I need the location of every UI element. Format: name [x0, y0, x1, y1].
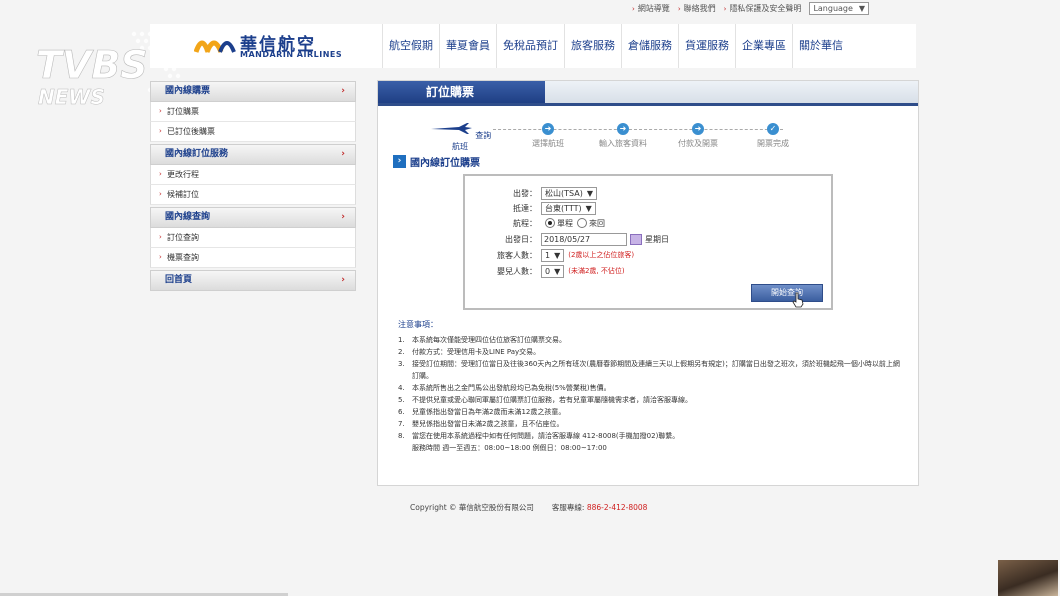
oneway-radio[interactable] — [545, 218, 555, 228]
notes-heading: 注意事項： — [398, 320, 438, 329]
bullet-icon: › — [159, 170, 162, 178]
step-passenger-info: ➜ 輸入旅客資料 — [599, 123, 647, 148]
privacy-link[interactable]: › 隱私保護及安全聲明 — [724, 3, 802, 14]
list-item: 服務時間 週一至週五：08:00~18:00 例假日：08:00~17:00 — [412, 444, 607, 452]
sidebar-item-booked-purchase[interactable]: › 已訂位後購票 — [150, 122, 356, 142]
panel-title: 訂位購票 — [378, 81, 545, 103]
notes-list: 1. 本系統每次僅能受理四位佔位旅客訂位購票交易。 2. 付款方式：受理信用卡及LI… — [398, 334, 903, 454]
watermark-news-text: NEWS — [38, 85, 105, 109]
list-item: 5. 不提供兒童或愛心聯同軍屬訂位購票訂位服務，若有兒童軍屬隨機需求者，請洽客服專… — [398, 396, 692, 404]
site-header: 華信航空 MANDARIN AIRLINES 航空假期 華夏會員 免稅品預訂 旅… — [150, 24, 916, 68]
sitemap-link[interactable]: › 網站導覽 — [632, 3, 670, 14]
nav-passenger-service[interactable]: 旅客服務 — [564, 24, 621, 68]
search-button[interactable]: 開始查詢 — [751, 284, 823, 302]
sidebar-heading-domestic-booking[interactable]: 國內線購票 › — [150, 81, 356, 102]
list-item: 2. 付款方式：受理信用卡及LINE Pay交易。 — [398, 348, 541, 356]
presenter-video-thumbnail — [998, 560, 1058, 596]
section-title: › 國內線訂位購票 — [393, 154, 480, 169]
nav-members[interactable]: 華夏會員 — [439, 24, 496, 68]
logo-english-name: MANDARIN AIRLINES — [240, 50, 343, 59]
copyright-text: Copyright © 華信航空股份有限公司 — [410, 503, 534, 512]
chevron-down-icon: ▼ — [586, 188, 593, 198]
contact-link[interactable]: › 聯絡我們 — [678, 3, 716, 14]
arrow-right-icon: ➜ — [692, 123, 704, 135]
list-item: 7. 嬰兒係指出發當日未滿2歲之孩童，且不佔座位。 — [398, 420, 564, 428]
nav-about[interactable]: 關於華信 — [792, 24, 849, 68]
panel-tab-bar: 訂位購票 — [378, 81, 918, 106]
chevron-right-icon: › — [341, 149, 345, 159]
watermark-tvbs-text: TVBS — [36, 43, 148, 87]
arrow-right-icon: ➜ — [542, 123, 554, 135]
arrow-right-icon: › — [393, 155, 406, 168]
step-payment: ➜ 付款及開票 — [678, 123, 718, 148]
nav-cargo[interactable]: 貨運服務 — [678, 24, 735, 68]
list-item: 4. 本系統所售出之金門馬公出發航段均已為免稅(5%營業稅)售價。 — [398, 384, 611, 392]
chevron-right-icon: › — [341, 212, 345, 222]
depart-select[interactable]: 松山(TSA) ▼ — [541, 186, 597, 200]
list-item: 3. 接受訂位期間：受理訂位當日及往後360天內之所有班次(農曆春節期間及連續三天… — [398, 360, 900, 380]
adult-note: (2歲以上之佔位旅客) — [568, 251, 635, 259]
arrive-row: 抵達： 台東(TTT) ▼ — [465, 201, 833, 215]
calendar-icon[interactable] — [630, 233, 642, 245]
infant-note: (未滿2歲, 不佔位) — [568, 267, 625, 275]
list-item: 1. 本系統每次僅能受理四位佔位旅客訂位購票交易。 — [398, 336, 566, 344]
depart-row: 出發： 松山(TSA) ▼ — [465, 186, 833, 200]
nav-warehouse[interactable]: 倉儲服務 — [621, 24, 678, 68]
bullet-icon: › — [159, 127, 162, 135]
chevron-down-icon: ▼ — [858, 4, 866, 13]
infant-count-select[interactable]: 0 ▼ — [541, 264, 565, 278]
search-form: 出發： 松山(TSA) ▼ 抵達： 台東(TTT) ▼ 航程： 單程 來回 出發日：… — [463, 174, 833, 310]
sidebar-heading-booking-service[interactable]: 國內線訂位服務 › — [150, 144, 356, 165]
list-item: 6. 兒童係指出發當日為年滿2歲而未滿12歲之孩童。 — [398, 408, 566, 416]
chevron-down-icon: ▼ — [554, 266, 561, 276]
infant-row: 嬰兒人數： 0 ▼ (未滿2歲, 不佔位) — [497, 264, 625, 278]
adult-count-select[interactable]: 1 ▼ — [541, 248, 565, 262]
roundtrip-radio[interactable] — [577, 218, 587, 228]
sidebar-item-waitlist[interactable]: › 候補訂位 — [150, 185, 356, 205]
arrow-right-icon: ➜ — [617, 123, 629, 135]
weekday-label: 星期日 — [645, 234, 669, 244]
chevron-right-icon: › — [341, 86, 345, 96]
depart-date-input[interactable]: 2018/05/27 — [541, 232, 627, 246]
bullet-icon: › — [159, 107, 162, 115]
sidebar-heading-home[interactable]: 回首頁 › — [150, 270, 356, 291]
sidebar-item-book-ticket[interactable]: › 訂位購票 — [150, 102, 356, 122]
language-select[interactable]: Language ▼ — [809, 2, 870, 15]
arrive-select[interactable]: 台東(TTT) ▼ — [541, 201, 596, 215]
step-select-flight: ➜ 選擇航班 — [532, 123, 564, 148]
step-complete: ✓ 開票完成 — [757, 123, 789, 148]
airplane-icon — [430, 123, 472, 134]
service-hotline: 客服專線: 886-2-412-8008 — [551, 503, 648, 512]
chevron-down-icon: ▼ — [554, 250, 561, 260]
utility-links: › 網站導覽 › 聯絡我們 › 隱私保護及安全聲明 Language ▼ — [632, 2, 870, 15]
list-item: 8. 當您在使用本系統過程中如有任何問題，請洽客服專線 412-8008(手機加撥… — [398, 432, 680, 440]
sidebar-item-booking-inquiry[interactable]: › 訂位查詢 — [150, 228, 356, 248]
chevron-right-icon: › — [341, 275, 345, 285]
sidebar-item-change-itinerary[interactable]: › 更改行程 — [150, 165, 356, 185]
sidebar-item-ticket-inquiry[interactable]: › 機票查詢 — [150, 248, 356, 268]
sidebar: 國內線購票 › › 訂位購票 › 已訂位後購票 國內線訂位服務 › › 更改行程 › 候補訂… — [150, 79, 356, 291]
chevron-down-icon: ▼ — [585, 203, 592, 213]
step-search-flight: 查詢航班 — [425, 121, 495, 152]
page-footer: Copyright © 華信航空股份有限公司 客服專線: 886-2-412-8… — [410, 502, 647, 513]
nav-holiday[interactable]: 航空假期 — [382, 24, 439, 68]
nav-corporate[interactable]: 企業專區 — [735, 24, 792, 68]
booking-stepper: 查詢航班 ➜ 選擇航班 ➜ 輸入旅客資料 ➜ 付款及開票 ✓ 開票完成 — [430, 121, 793, 151]
mandarin-logo-icon — [194, 40, 236, 53]
hand-cursor-icon — [792, 292, 804, 308]
bullet-icon: › — [159, 253, 162, 261]
trip-row: 航程： 單程 來回 — [513, 218, 605, 228]
nav-duty-free[interactable]: 免稅品預訂 — [496, 24, 564, 68]
booking-panel: 訂位購票 查詢航班 ➜ 選擇航班 ➜ 輸入旅客資料 ➜ 付款及開票 ✓ 開票完成 › 國… — [377, 80, 919, 486]
adult-row: 旅客人數： 1 ▼ (2歲以上之佔位旅客) — [497, 248, 635, 262]
main-nav: 航空假期 華夏會員 免稅品預訂 旅客服務 倉儲服務 貨運服務 企業專區 關於華信 — [382, 24, 849, 68]
sidebar-heading-inquiry[interactable]: 國內線查詢 › — [150, 207, 356, 228]
date-row: 出發日： 2018/05/27 星期日 — [505, 232, 669, 246]
bullet-icon: › — [159, 190, 162, 198]
check-icon: ✓ — [767, 123, 779, 135]
bullet-icon: › — [159, 233, 162, 241]
